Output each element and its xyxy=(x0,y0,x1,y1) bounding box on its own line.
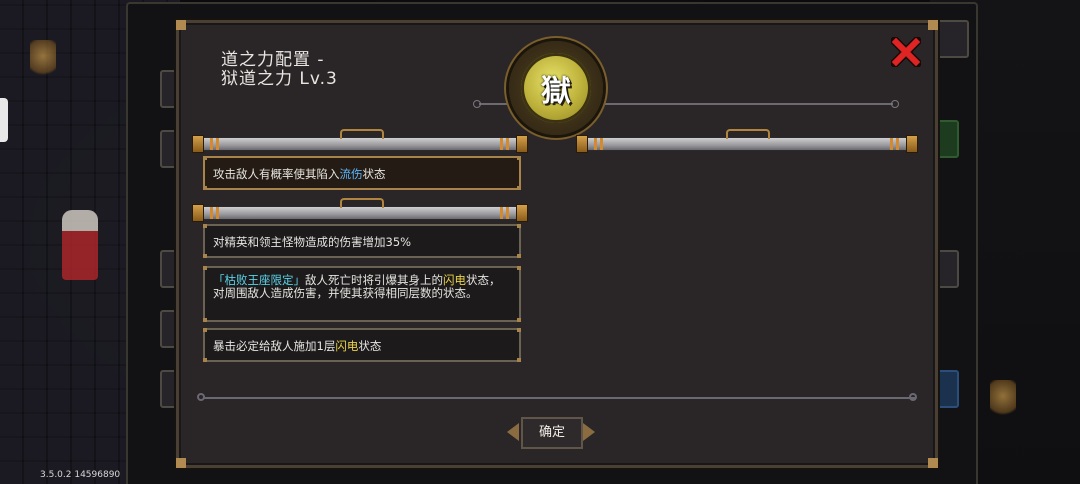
box-corner xyxy=(203,328,207,332)
scroll-cap xyxy=(906,135,918,153)
scroll-stripe xyxy=(216,138,219,150)
scroll-bar xyxy=(576,129,918,153)
box-corner xyxy=(203,318,207,322)
power-config-dialog: 道之力配置 - 狱道之力 Lv.3 獄 攻击敌人有概率使其陷入流伤状态 对精英和… xyxy=(176,20,938,468)
effect-text: 敌人死亡时将引爆其身上的 xyxy=(305,273,443,287)
frame-corner xyxy=(928,458,938,468)
cloud-decoration xyxy=(891,100,899,108)
scroll-stripe xyxy=(210,138,213,150)
scroll-stripe xyxy=(600,138,603,150)
box-corner xyxy=(203,224,207,228)
game-scene: 道之力配置 - 狱道之力 Lv.3 獄 攻击敌人有概率使其陷入流伤状态 对精英和… xyxy=(0,0,1080,484)
box-corner xyxy=(517,328,521,332)
effect-keyword: 流伤 xyxy=(339,167,363,181)
scroll-cap xyxy=(192,204,204,222)
effect-keyword: 闪电 xyxy=(443,273,466,287)
box-corner xyxy=(517,156,521,160)
effect-item[interactable]: 「枯败王座限定」敌人死亡时将引爆其身上的闪电状态，对周围敌人造成伤害，并使其获得… xyxy=(203,266,521,322)
dialog-title: 道之力配置 - 狱道之力 Lv.3 xyxy=(221,51,338,89)
lantern-icon xyxy=(990,380,1016,420)
box-corner xyxy=(517,186,521,190)
side-button[interactable] xyxy=(935,20,969,58)
scroll-cap xyxy=(516,135,528,153)
cloud-decoration xyxy=(473,100,481,108)
scroll-bar xyxy=(192,129,528,153)
effect-item[interactable]: 对精英和领主怪物造成的伤害增加35% xyxy=(203,224,521,258)
emblem-glyph: 獄 xyxy=(541,74,571,109)
box-corner xyxy=(203,254,207,258)
box-corner xyxy=(203,186,207,190)
dialog-title-line2: 狱道之力 Lv.3 xyxy=(221,69,338,89)
scroll-stripe xyxy=(594,138,597,150)
arrow-left-icon xyxy=(507,423,519,441)
confirm-button[interactable]: 确定 xyxy=(507,413,595,451)
santa-figure xyxy=(62,210,98,280)
version-label: 3.5.0.2 14596890 xyxy=(40,470,121,480)
arrow-right-icon xyxy=(583,423,595,441)
divider-dot xyxy=(197,393,205,401)
effect-item[interactable]: 暴击必定给敌人施加1层闪电状态 xyxy=(203,328,521,362)
effect-text: 攻击敌人有概率使其陷入 xyxy=(213,167,340,181)
scroll-cap xyxy=(192,135,204,153)
box-corner xyxy=(517,224,521,228)
effect-text: 暴击必定给敌人施加1层 xyxy=(213,339,336,353)
emblem-badge: 獄 xyxy=(509,41,603,135)
scroll-stripe xyxy=(890,138,893,150)
frame-corner xyxy=(928,20,938,30)
scroll-stripe xyxy=(500,138,503,150)
box-corner xyxy=(517,318,521,322)
effect-text: 对精英和领主怪物造成的伤害增加35% xyxy=(213,235,412,249)
edge-tab-button[interactable] xyxy=(0,98,8,142)
emblem-core: 獄 xyxy=(521,53,591,123)
confirm-label: 确定 xyxy=(521,417,583,449)
lantern-icon xyxy=(30,40,56,80)
effect-keyword: 闪电 xyxy=(335,339,359,353)
scroll-handle xyxy=(340,198,384,208)
close-button[interactable] xyxy=(888,34,924,70)
divider-line xyxy=(203,397,915,399)
box-corner xyxy=(517,358,521,362)
red-x-icon xyxy=(888,34,924,70)
scroll-stripe xyxy=(500,207,503,219)
effect-text: 状态 xyxy=(358,339,382,353)
scroll-cap xyxy=(576,135,588,153)
frame-corner xyxy=(176,458,186,468)
scroll-stripe xyxy=(506,207,509,219)
scroll-bar xyxy=(192,198,528,222)
scroll-handle xyxy=(726,129,770,139)
scroll-stripe xyxy=(210,207,213,219)
effect-item[interactable]: 攻击敌人有概率使其陷入流伤状态 xyxy=(203,156,521,190)
cloud-decoration xyxy=(593,103,893,105)
scroll-cap xyxy=(516,204,528,222)
box-corner xyxy=(517,254,521,258)
scroll-handle xyxy=(340,129,384,139)
box-corner xyxy=(203,266,207,270)
box-corner xyxy=(203,358,207,362)
dialog-title-line1: 道之力配置 - xyxy=(221,50,325,70)
scroll-stripe xyxy=(216,207,219,219)
scroll-stripe xyxy=(896,138,899,150)
effect-tag: 「枯败王座限定」 xyxy=(213,273,305,287)
box-corner xyxy=(517,266,521,270)
frame-corner xyxy=(176,20,186,30)
divider-dot xyxy=(909,393,917,401)
scroll-stripe xyxy=(506,138,509,150)
box-corner xyxy=(203,156,207,160)
effect-text: 状态 xyxy=(362,167,386,181)
